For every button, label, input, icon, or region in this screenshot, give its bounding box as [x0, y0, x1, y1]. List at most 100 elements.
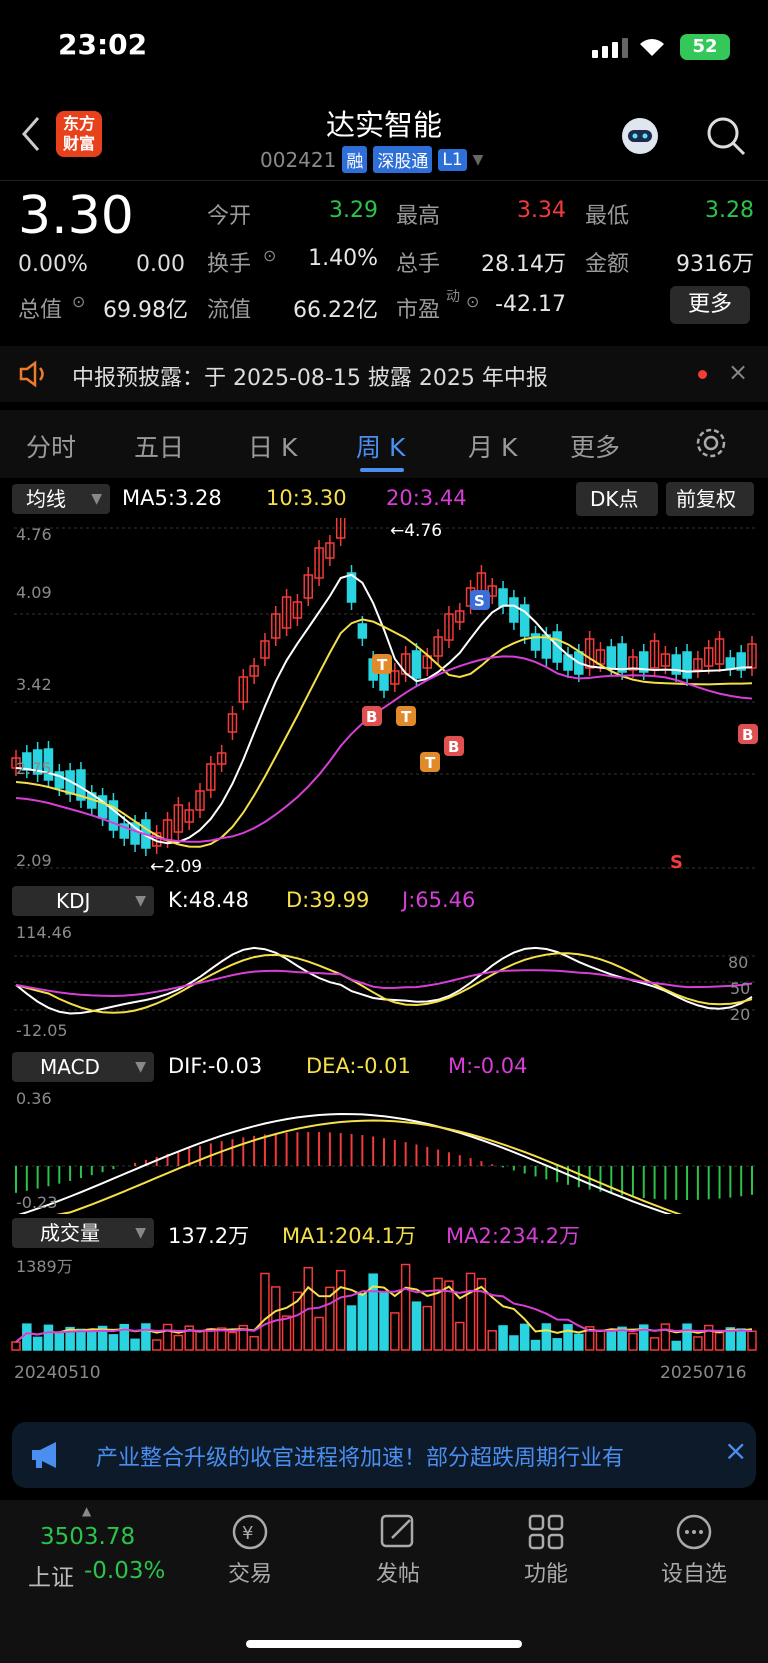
volume-chart[interactable]: 1389万 20240510 20250716	[0, 1250, 768, 1382]
ma5-line	[15, 573, 753, 845]
volume-selector-label: 成交量	[40, 1221, 100, 1245]
candle-body	[498, 588, 508, 607]
volume-bar	[574, 1333, 584, 1351]
tab-weekly[interactable]: 周 K	[356, 428, 405, 464]
nav-watchlist[interactable]: 设自选	[634, 1556, 754, 1588]
macd-m-value: M:-0.04	[448, 1054, 528, 1078]
candlestick-chart[interactable]: 4.76 4.09 3.42 2.75 2.09 ←4.76 ←2.09 S B…	[0, 518, 768, 880]
volume-value: 28.14万	[481, 252, 566, 277]
pe-value: -42.17	[495, 292, 566, 317]
post-icon[interactable]	[378, 1512, 418, 1552]
chevron-down-icon: ▼	[472, 151, 484, 168]
volume-bar	[271, 1286, 281, 1351]
kdj-axis-right: 50	[730, 979, 750, 998]
volume-bar	[260, 1272, 270, 1351]
tag-margin: 融	[342, 146, 368, 173]
dk-point-button[interactable]: DK点	[576, 482, 658, 516]
tab-intraday[interactable]: 分时	[26, 428, 76, 464]
stock-code-row[interactable]: 002421 融 深股通 L1 ▼	[260, 146, 483, 173]
close-icon[interactable]: ×	[728, 358, 748, 386]
close-icon[interactable]: ×	[724, 1434, 747, 1467]
kdj-axis-right: 80	[728, 953, 748, 972]
gear-icon[interactable]	[694, 426, 728, 460]
volume-bar	[390, 1312, 400, 1351]
volume-bar	[162, 1323, 173, 1351]
volume-bar	[628, 1332, 638, 1351]
price-tick: 3.42	[16, 675, 52, 694]
volume-bar	[595, 1329, 606, 1351]
price-tick: 2.75	[16, 759, 52, 778]
pe-label: 市盈	[396, 298, 441, 323]
tag-level: L1	[438, 148, 467, 171]
period-tabs: 分时 五日 日 K 周 K 月 K 更多	[0, 410, 768, 478]
adjust-button[interactable]: 前复权	[666, 482, 754, 516]
macd-axis-bottom: -0.23	[16, 1193, 57, 1212]
current-price: 3.30	[18, 186, 134, 246]
volume-bar	[693, 1336, 703, 1351]
volume-selector[interactable]: 成交量 ▼	[12, 1218, 154, 1248]
macd-dea-line	[55, 1119, 682, 1214]
volume-bar	[703, 1324, 714, 1351]
volume-bar	[195, 1330, 205, 1351]
volume-bar	[141, 1323, 151, 1351]
more-button[interactable]: 更多	[670, 286, 750, 324]
macd-chart[interactable]: 0.36 -0.23	[0, 1084, 768, 1214]
nav-functions[interactable]: 功能	[486, 1556, 606, 1588]
cellular-signal-icon	[592, 38, 628, 58]
kdj-chart[interactable]: 114.46 -12.05 80 50 20	[0, 918, 768, 1042]
expand-up-icon[interactable]: ▲	[82, 1504, 91, 1518]
ma-selector[interactable]: 均线 ▼	[12, 484, 110, 514]
volume-bar	[498, 1325, 508, 1351]
market-cap-value: 69.98亿	[103, 298, 188, 323]
volume-bar	[736, 1328, 746, 1351]
battery-icon: 52	[680, 34, 730, 60]
volume-bar	[530, 1339, 541, 1351]
volume-bar	[422, 1305, 433, 1351]
search-icon[interactable]	[704, 114, 748, 158]
kdj-selector[interactable]: KDJ ▼	[12, 886, 154, 916]
volume-bar	[519, 1323, 530, 1351]
nav-trade[interactable]: 交易	[190, 1556, 310, 1588]
macd-selector[interactable]: MACD ▼	[12, 1052, 154, 1082]
speaker-icon	[19, 360, 44, 388]
volume-bar	[400, 1263, 411, 1351]
index-name[interactable]: 上证	[28, 1558, 74, 1592]
tab-monthly[interactable]: 月 K	[468, 428, 517, 464]
volume-ma1-value: MA1:204.1万	[282, 1224, 417, 1248]
index-value[interactable]: 3503.78	[40, 1524, 135, 1550]
volume-bar	[671, 1340, 681, 1351]
volume-bar	[43, 1324, 54, 1351]
info-icon[interactable]: ⊙	[263, 246, 276, 265]
robot-assistant-icon[interactable]	[616, 112, 664, 160]
tag-connect: 深股通	[373, 146, 433, 173]
index-change[interactable]: -0.03%	[84, 1558, 165, 1584]
tab-five-day[interactable]: 五日	[134, 428, 184, 464]
change-percent: 0.00%	[18, 252, 88, 277]
volume-bar	[346, 1305, 357, 1351]
svg-text:S: S	[670, 852, 683, 873]
volume-bar	[660, 1323, 671, 1351]
functions-icon[interactable]	[526, 1512, 566, 1552]
macd-dea-value: DEA:-0.01	[306, 1054, 411, 1078]
svg-text:T: T	[377, 656, 388, 674]
news-banner[interactable]: 产业整合升级的收官进程将加速！部分超跌周期行业有 ×	[12, 1422, 756, 1488]
tab-daily[interactable]: 日 K	[248, 428, 297, 464]
notice-text: 中报预披露：于 2025-08-15 披露 2025 年中报	[72, 366, 548, 391]
turnover-label: 换手	[207, 252, 252, 277]
volume-bar	[32, 1336, 43, 1351]
ma5-value: MA5:3.28	[122, 486, 222, 510]
kdj-lines	[15, 946, 753, 1015]
nav-post[interactable]: 发帖	[338, 1556, 458, 1588]
trade-icon[interactable]: ¥	[226, 1512, 274, 1552]
kdj-j-value: J:65.46	[402, 888, 476, 912]
kdj-selector-label: KDJ	[56, 889, 91, 913]
earnings-notice[interactable]: 中报预披露：于 2025-08-15 披露 2025 年中报 ×	[0, 346, 768, 402]
info-icon[interactable]: ⊙	[72, 292, 85, 311]
volume-bar	[11, 1341, 21, 1351]
low-label: 最低	[585, 204, 630, 229]
volume-bar	[509, 1335, 519, 1351]
tab-more[interactable]: 更多	[570, 428, 620, 464]
volume-bar	[281, 1315, 292, 1351]
watchlist-icon[interactable]	[674, 1512, 714, 1552]
svg-text:B: B	[448, 738, 459, 756]
